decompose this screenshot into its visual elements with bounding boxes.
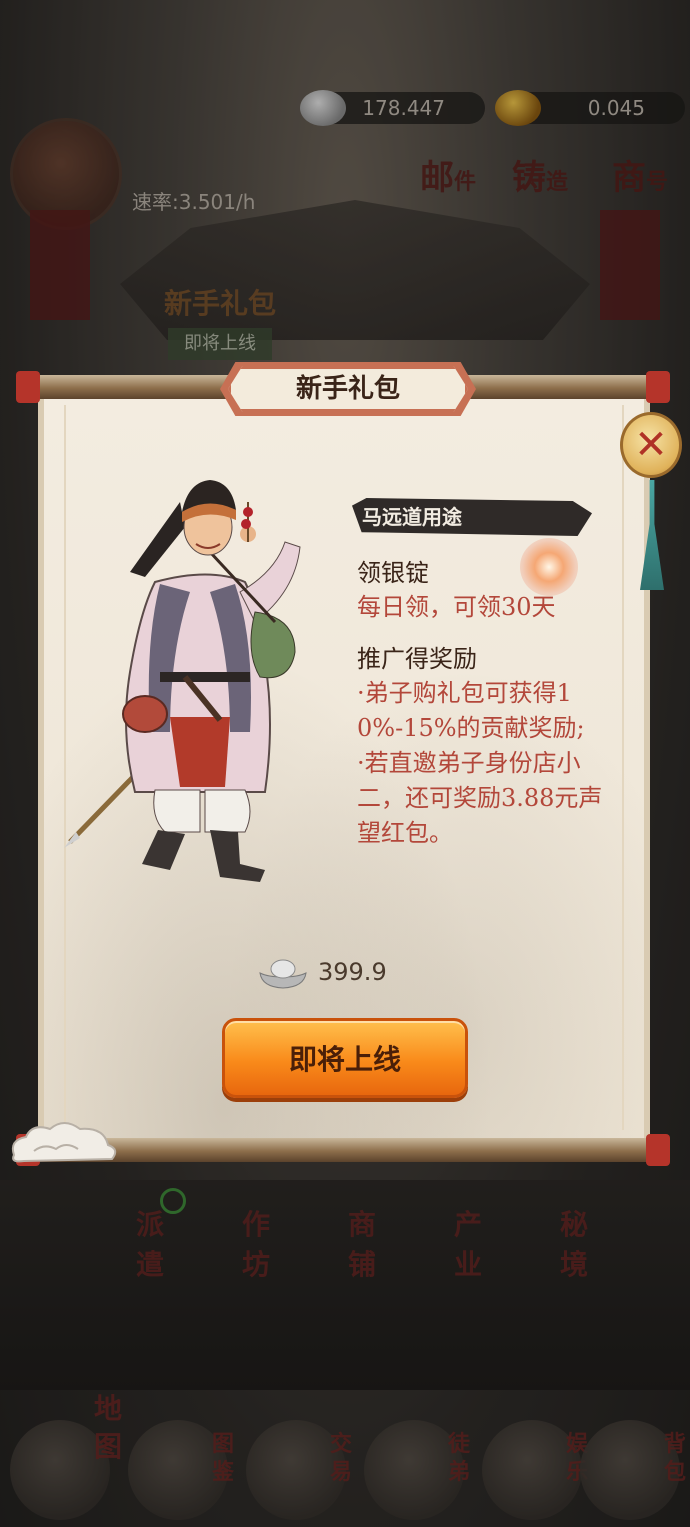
red-sash <box>170 717 230 787</box>
boot-left <box>142 830 185 870</box>
coming-soon-button[interactable]: 即将上线 <box>222 1018 468 1098</box>
belt <box>160 672 250 682</box>
raised-arm <box>239 541 301 623</box>
character-name-tag: 马远道用途 <box>362 505 462 529</box>
section1: 领银锭 每日领，可领30天 <box>357 556 607 624</box>
spear-tip <box>64 832 80 848</box>
boot-right <box>210 830 265 882</box>
basket <box>122 695 168 733</box>
rod-cap-left <box>16 371 40 403</box>
close-button[interactable]: ✕ <box>620 412 682 478</box>
section2-title: 推广得奖励 <box>357 645 477 673</box>
section2: 推广得奖励 ·弟子购礼包可获得10%-15%的贡献奖励; ·若直邀弟子身份店小二… <box>357 642 607 851</box>
section2-point1: ·弟子购礼包可获得10%-15%的贡献奖励; <box>357 679 585 742</box>
pants-right <box>204 789 251 833</box>
fruit-2 <box>241 519 251 529</box>
rod-cap-right <box>646 1134 670 1166</box>
section1-title: 领银锭 <box>357 559 429 587</box>
price-value: 399.9 <box>318 958 387 986</box>
silver-ingot-icon <box>259 959 307 989</box>
fruit-1 <box>243 507 253 517</box>
pants-left <box>153 789 201 833</box>
section2-point2: ·若直邀弟子身份店小二，还可奖励3.88元声望红包。 <box>357 749 603 847</box>
headscarf-tail <box>130 502 185 577</box>
cloud-icon <box>11 1122 117 1163</box>
modal-title: 新手礼包 <box>295 374 400 404</box>
section1-desc: 每日领，可领30天 <box>357 593 556 621</box>
character-illustration <box>64 480 301 882</box>
close-icon: ✕ <box>634 422 668 468</box>
rod-cap-right <box>646 371 670 403</box>
